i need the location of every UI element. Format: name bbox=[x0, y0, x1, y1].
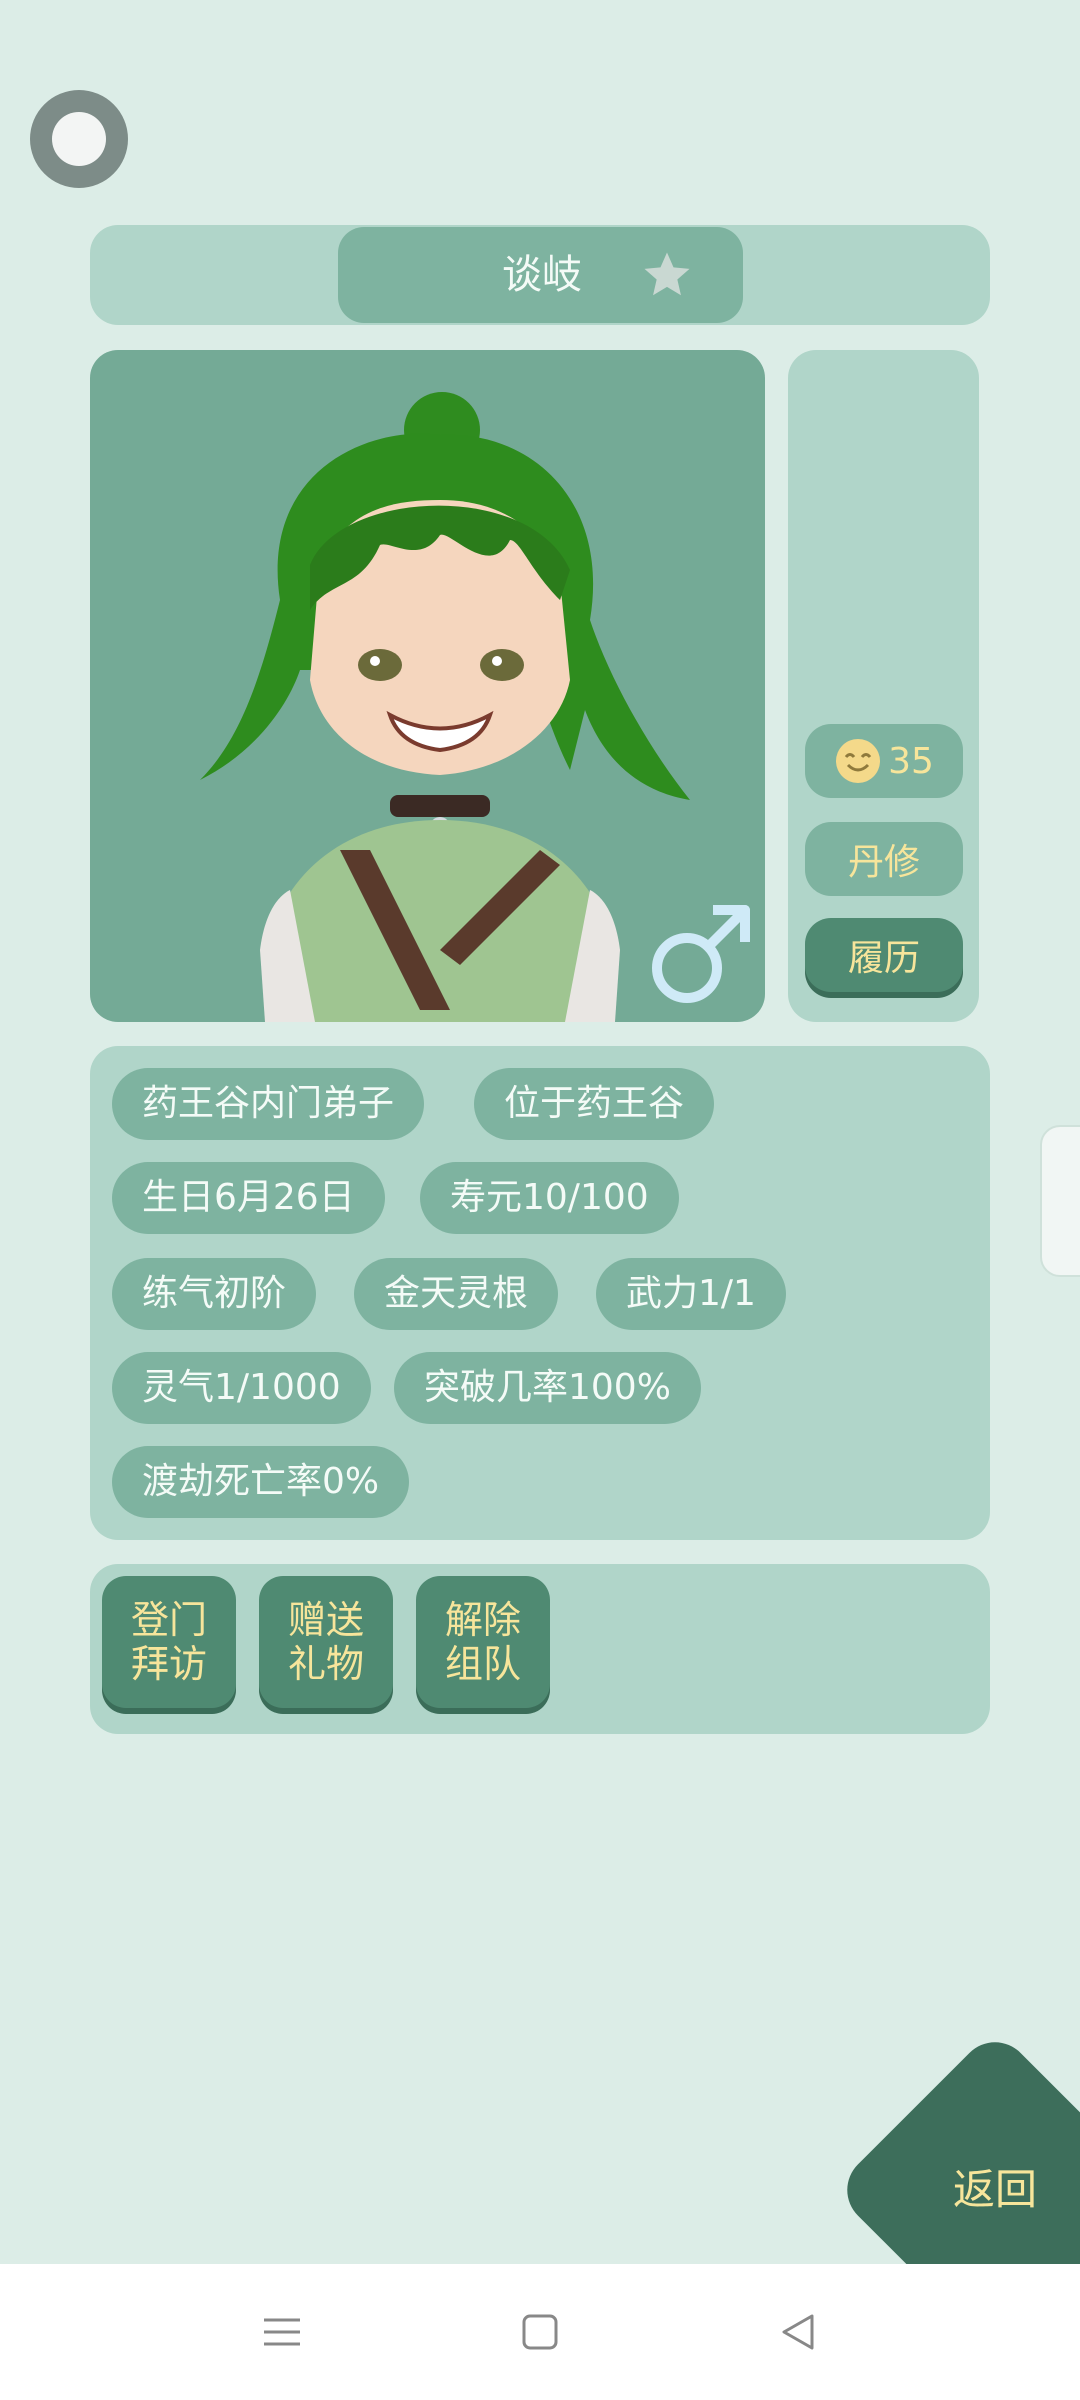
triangle-back-icon bbox=[782, 2314, 814, 2350]
back-button[interactable] bbox=[832, 2027, 1080, 2264]
back-nav-button[interactable] bbox=[766, 2300, 830, 2364]
gift-label-2: 礼物 bbox=[287, 1642, 364, 1686]
tag-realm: 练气初阶 bbox=[112, 1258, 317, 1330]
visit-label-1: 登门 bbox=[130, 1598, 207, 1642]
tag-qi: 灵气1/1000 bbox=[112, 1352, 371, 1424]
gift-label-1: 赠送 bbox=[287, 1598, 364, 1642]
mood-value: 35 bbox=[888, 740, 934, 782]
menu-lines-icon bbox=[264, 2318, 300, 2346]
tag-birthday: 生日6月26日 bbox=[112, 1162, 385, 1234]
disband-label-1: 解除 bbox=[444, 1598, 521, 1642]
back-label[interactable]: 返回 bbox=[930, 2160, 1060, 2220]
tag-force: 武力1/1 bbox=[596, 1258, 786, 1330]
circle-menu-icon bbox=[52, 112, 106, 166]
tag-lifespan: 寿元10/100 bbox=[420, 1162, 679, 1234]
character-portrait bbox=[90, 350, 765, 1022]
visit-button[interactable]: 登门 拜访 bbox=[102, 1576, 236, 1708]
profession-badge[interactable]: 丹修 bbox=[805, 822, 963, 896]
tag-spirit-root: 金天灵根 bbox=[354, 1258, 559, 1330]
disband-team-button[interactable]: 解除 组队 bbox=[416, 1576, 550, 1708]
tag-breakthrough: 突破几率100% bbox=[394, 1352, 701, 1424]
disband-label-2: 组队 bbox=[444, 1642, 521, 1686]
history-button[interactable]: 履历 bbox=[805, 918, 963, 992]
app-screen: 谈岐 35 丹修 履历 药王谷内门弟子 位于药王谷 生日6月26日 寿元10/1… bbox=[0, 0, 1080, 2264]
tag-sect: 药王谷内门弟子 bbox=[112, 1068, 425, 1140]
star-icon[interactable] bbox=[640, 248, 694, 302]
mood-badge[interactable]: 35 bbox=[805, 724, 963, 798]
square-home-icon bbox=[522, 2314, 558, 2350]
visit-label-2: 拜访 bbox=[130, 1642, 207, 1686]
recent-apps-button[interactable] bbox=[250, 2300, 314, 2364]
male-symbol-icon bbox=[652, 905, 750, 1003]
system-navigation-bar bbox=[0, 2264, 1080, 2400]
tag-location: 位于药王谷 bbox=[474, 1068, 715, 1140]
home-button[interactable] bbox=[508, 2300, 572, 2364]
tag-tribulation: 渡劫死亡率0% bbox=[112, 1446, 410, 1518]
edge-pull-tab[interactable] bbox=[1040, 1125, 1080, 1277]
smile-face-icon bbox=[836, 739, 881, 783]
menu-circle-button[interactable] bbox=[30, 90, 128, 188]
gift-button[interactable]: 赠送 礼物 bbox=[259, 1576, 393, 1708]
